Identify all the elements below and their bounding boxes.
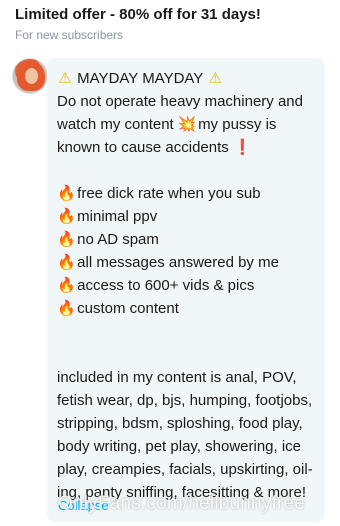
list-item: 🔥 all messages answered by me	[57, 251, 315, 274]
fire-icon: 🔥	[57, 253, 76, 271]
list-item: 🔥 access to 600+ vids & pics	[57, 274, 315, 297]
message-line: body writing, pet play, showering, ice	[57, 438, 302, 455]
message-line: fetish wear, dp, bjs, humping, footjobs,	[57, 392, 313, 409]
message-line: stripping, bdsm, sploshing, food play,	[57, 415, 303, 432]
list-item-text: no AD spam	[77, 231, 159, 248]
message-line: included in my content is anal, POV,	[57, 369, 297, 386]
fire-icon: 🔥	[57, 230, 76, 248]
warning-icon: ⚠	[208, 69, 222, 87]
fire-icon: 🔥	[57, 276, 76, 294]
list-item-text: all messages answered by me	[77, 254, 279, 271]
offer-title: Limited offer - 80% off for 31 days!	[15, 6, 261, 23]
list-item-text: minimal ppv	[77, 208, 158, 225]
message-line: known to cause accidents ❗	[57, 136, 315, 159]
message-line: play, creampies, facials, upskirting, oi…	[57, 461, 313, 478]
warning-icon: ⚠	[58, 69, 72, 87]
message-text-part: my pussy is	[198, 116, 277, 133]
collision-icon: 💥	[177, 115, 197, 133]
message-line: watch my content 💥 my pussy is	[57, 113, 315, 136]
list-item: 🔥 no AD spam	[57, 228, 315, 251]
list-item-text: access to 600+ vids & pics	[77, 277, 255, 294]
fire-icon: 🔥	[57, 207, 76, 225]
avatar-face	[25, 68, 38, 84]
message-line: ⚠ MAYDAY MAYDAY ⚠	[57, 67, 315, 90]
message-line: Do not operate heavy machinery and	[57, 93, 303, 110]
message-text-part: known to cause accidents	[57, 139, 229, 156]
list-item: 🔥 custom content	[57, 297, 315, 320]
message-text-part: watch my content	[57, 116, 174, 133]
list-item-text: custom content	[77, 300, 179, 317]
list-item-text: free dick rate when you sub	[77, 185, 261, 202]
list-item: 🔥 free dick rate when you sub	[57, 182, 315, 205]
offer-subtitle: For new subscribers	[15, 28, 124, 42]
message-bubble: ⚠ MAYDAY MAYDAY ⚠ Do not operate heavy m…	[47, 58, 325, 522]
exclamation-icon: ❗	[232, 138, 252, 156]
fire-icon: 🔥	[57, 299, 76, 317]
fire-icon: 🔥	[57, 184, 76, 202]
watermark: OnlyFans.com/hellbunnyfree	[58, 493, 306, 514]
message-text: ⚠ MAYDAY MAYDAY ⚠ Do not operate heavy m…	[57, 67, 315, 504]
avatar[interactable]	[12, 58, 48, 94]
list-item: 🔥 minimal ppv	[57, 205, 315, 228]
headline-text: MAYDAY MAYDAY	[77, 70, 204, 87]
